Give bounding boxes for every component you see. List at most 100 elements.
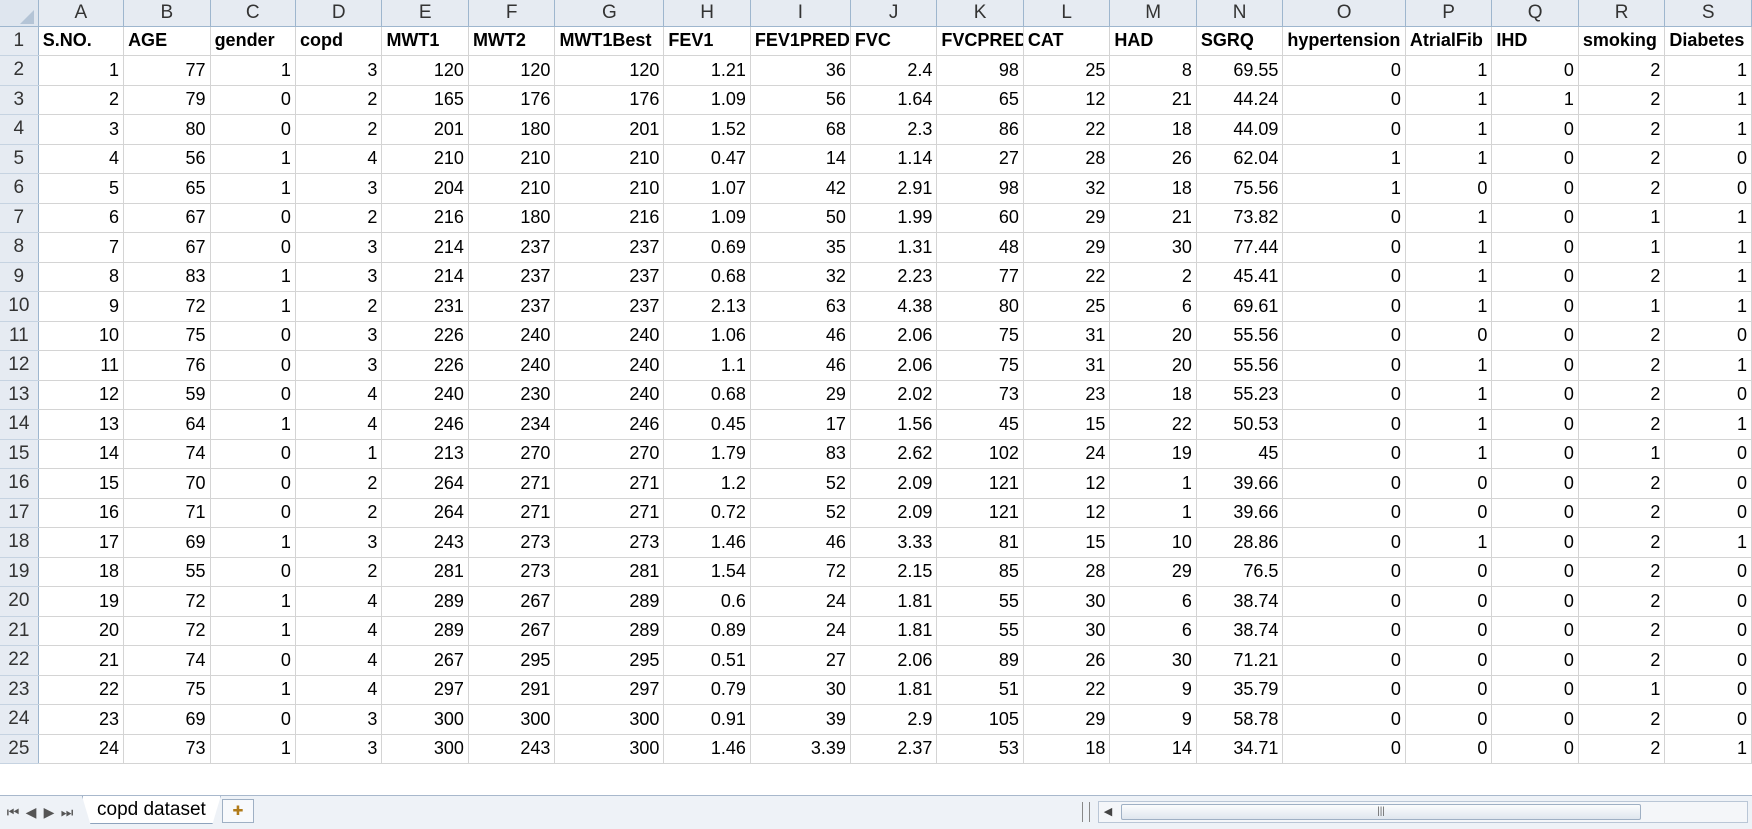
- cell[interactable]: 22: [1023, 262, 1111, 292]
- cell[interactable]: 75.56: [1196, 173, 1284, 204]
- cell[interactable]: 0: [1491, 232, 1579, 263]
- cell[interactable]: 0.91: [663, 704, 751, 735]
- cell[interactable]: 35: [750, 232, 851, 263]
- cell[interactable]: 1: [1664, 409, 1752, 440]
- cell[interactable]: 0.69: [663, 232, 751, 263]
- cell[interactable]: 79: [123, 85, 211, 115]
- row-number[interactable]: 22: [0, 645, 39, 676]
- cell[interactable]: 0: [1491, 586, 1579, 617]
- column-header[interactable]: N: [1196, 0, 1284, 27]
- row-number[interactable]: 6: [0, 173, 39, 204]
- cell[interactable]: 176: [468, 85, 556, 115]
- cell[interactable]: 30: [750, 675, 851, 705]
- cell[interactable]: 237: [468, 291, 556, 322]
- cell[interactable]: 63: [750, 291, 851, 322]
- cell[interactable]: 264: [381, 468, 469, 499]
- cell[interactable]: 26: [1023, 645, 1111, 676]
- cell[interactable]: 0: [1282, 114, 1406, 145]
- cell[interactable]: 0.89: [663, 616, 751, 646]
- cell[interactable]: 65: [123, 173, 211, 204]
- column-header[interactable]: H: [663, 0, 751, 27]
- cell[interactable]: 1: [210, 144, 296, 174]
- row-number[interactable]: 23: [0, 675, 39, 705]
- cell[interactable]: 1: [1109, 468, 1197, 499]
- cell[interactable]: 28: [1023, 144, 1111, 174]
- cell[interactable]: 74: [123, 439, 211, 469]
- cell[interactable]: 0: [1282, 616, 1406, 646]
- cell[interactable]: 1.2: [663, 468, 751, 499]
- first-sheet-button[interactable]: ⏮: [4, 801, 22, 823]
- cell[interactable]: 295: [468, 645, 556, 676]
- field-name-cell[interactable]: AGE: [123, 26, 211, 56]
- cell[interactable]: 1.09: [663, 85, 751, 115]
- cell[interactable]: 64: [123, 409, 211, 440]
- cell[interactable]: 28: [1023, 557, 1111, 587]
- cell[interactable]: 2.13: [663, 291, 751, 322]
- cell[interactable]: 29: [1023, 232, 1111, 263]
- cell[interactable]: 1: [295, 439, 383, 469]
- cell[interactable]: 0: [1491, 409, 1579, 440]
- cell[interactable]: 3: [38, 114, 125, 145]
- cell[interactable]: 2.06: [850, 645, 938, 676]
- cell[interactable]: 300: [554, 734, 665, 764]
- cell[interactable]: 1: [1109, 498, 1197, 528]
- cell[interactable]: 0: [1491, 645, 1579, 676]
- cell[interactable]: 210: [381, 144, 469, 174]
- row-number[interactable]: 20: [0, 586, 39, 617]
- cell[interactable]: 32: [1023, 173, 1111, 204]
- cell[interactable]: 24: [1023, 439, 1111, 469]
- cell[interactable]: 0: [210, 468, 296, 499]
- cell[interactable]: 3.33: [850, 527, 938, 558]
- cell[interactable]: 22: [1109, 409, 1197, 440]
- cell[interactable]: 300: [468, 704, 556, 735]
- cell[interactable]: 0: [1282, 409, 1406, 440]
- cell[interactable]: 0: [1282, 203, 1406, 233]
- cell[interactable]: 2.02: [850, 380, 938, 410]
- column-header[interactable]: L: [1023, 0, 1111, 27]
- cell[interactable]: 0: [1491, 173, 1579, 204]
- cell[interactable]: 2: [295, 498, 383, 528]
- row-number[interactable]: 9: [0, 262, 39, 292]
- cell[interactable]: 2.9: [850, 704, 938, 735]
- cell[interactable]: 76.5: [1196, 557, 1284, 587]
- cell[interactable]: 1.52: [663, 114, 751, 145]
- field-name-cell[interactable]: MWT1Best: [554, 26, 665, 56]
- field-name-cell[interactable]: AtrialFib: [1405, 26, 1493, 56]
- cell[interactable]: 1: [1664, 527, 1752, 558]
- cell[interactable]: 30: [1023, 616, 1111, 646]
- cell[interactable]: 72: [123, 616, 211, 646]
- cell[interactable]: 0.51: [663, 645, 751, 676]
- cell[interactable]: 2.06: [850, 350, 938, 381]
- cell[interactable]: 6: [1109, 586, 1197, 617]
- cell[interactable]: 1: [1578, 232, 1666, 263]
- cell[interactable]: 1.09: [663, 203, 751, 233]
- cell[interactable]: 180: [468, 114, 556, 145]
- cell[interactable]: 4: [295, 586, 383, 617]
- column-header[interactable]: F: [468, 0, 556, 27]
- row-number[interactable]: 17: [0, 498, 39, 528]
- field-name-cell[interactable]: smoking: [1578, 26, 1666, 56]
- cell[interactable]: 0: [1282, 557, 1406, 587]
- cell[interactable]: 21: [1109, 85, 1197, 115]
- cell[interactable]: 204: [381, 173, 469, 204]
- cell[interactable]: 24: [38, 734, 125, 764]
- cell[interactable]: 0: [1405, 645, 1493, 676]
- cell[interactable]: 1.56: [850, 409, 938, 440]
- column-header[interactable]: Q: [1491, 0, 1579, 27]
- cell[interactable]: 1: [210, 586, 296, 617]
- cell[interactable]: 0: [1282, 468, 1406, 499]
- cell[interactable]: 0: [1282, 85, 1406, 115]
- cell[interactable]: 1: [1405, 409, 1493, 440]
- cell[interactable]: 105: [936, 704, 1024, 735]
- column-header[interactable]: C: [210, 0, 296, 27]
- cell[interactable]: 0: [1491, 498, 1579, 528]
- cell[interactable]: 27: [936, 144, 1024, 174]
- cell[interactable]: 0: [1491, 262, 1579, 292]
- cell[interactable]: 74: [123, 645, 211, 676]
- column-header[interactable]: M: [1109, 0, 1197, 27]
- field-name-cell[interactable]: HAD: [1109, 26, 1197, 56]
- cell[interactable]: 2: [295, 468, 383, 499]
- cell[interactable]: 3: [295, 704, 383, 735]
- column-header[interactable]: A: [38, 0, 125, 27]
- cell[interactable]: 1: [1405, 85, 1493, 115]
